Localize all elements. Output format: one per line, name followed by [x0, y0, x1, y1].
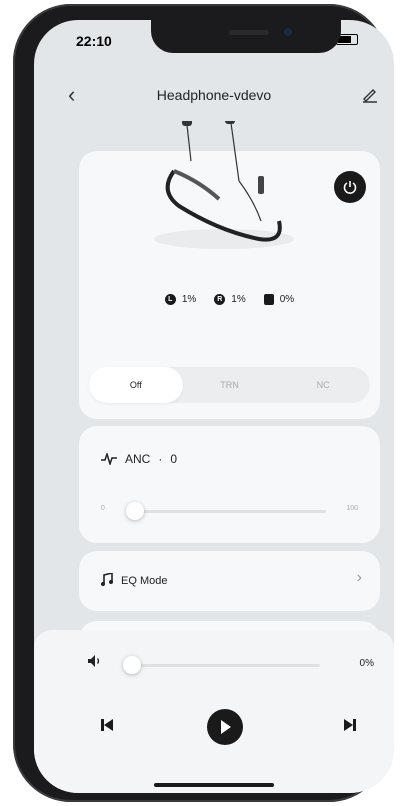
volume-slider[interactable] — [123, 656, 320, 674]
phone-frame: 22:10 ‹ Headphone-vdevo L 1% R 1% 0% Off… — [13, 4, 394, 802]
pencil-icon[interactable] — [360, 84, 380, 109]
device-card: L 1% R 1% 0% Off TRN NC — [79, 121, 380, 419]
volume-value: 0% — [359, 658, 374, 669]
chevron-right-icon: › — [356, 569, 362, 586]
anc-value: 0 — [170, 452, 178, 466]
case-battery: 0% — [263, 294, 295, 305]
waveform-icon — [101, 453, 117, 465]
mode-off[interactable]: Off — [89, 367, 183, 403]
eq-mode-row[interactable]: EQ Mode › — [79, 551, 380, 611]
speaker-icon[interactable] — [87, 654, 103, 668]
anc-title: ANC · 0 — [101, 452, 177, 466]
anc-label: ANC — [125, 452, 151, 466]
mode-selector: Off TRN NC — [89, 367, 370, 403]
anc-min: 0 — [101, 505, 105, 512]
play-icon — [221, 720, 231, 734]
anc-max: 100 — [346, 505, 358, 512]
left-battery: L 1% — [164, 294, 197, 305]
battery-status: L 1% R 1% 0% — [79, 294, 380, 305]
skip-next-icon[interactable] — [343, 718, 357, 732]
left-battery-value: 1% — [181, 294, 197, 305]
skip-previous-icon[interactable] — [100, 718, 114, 732]
anc-thumb[interactable] — [126, 502, 144, 520]
play-button[interactable] — [207, 709, 243, 745]
notch — [151, 20, 341, 53]
mode-trn[interactable]: TRN — [183, 367, 277, 403]
app-header: ‹ Headphone-vdevo — [34, 82, 394, 112]
music-note-icon — [101, 573, 113, 586]
right-battery: R 1% — [214, 294, 246, 305]
headphone-image — [154, 121, 294, 249]
anc-separator: · — [158, 452, 163, 466]
home-indicator — [154, 783, 274, 787]
case-battery-value: 0% — [279, 294, 295, 305]
volume-thumb[interactable] — [123, 656, 141, 674]
power-icon[interactable] — [334, 171, 366, 203]
eq-mode-label: EQ Mode — [121, 575, 168, 587]
right-earbud-icon: R — [214, 294, 226, 305]
status-time: 22:10 — [76, 33, 112, 49]
app-screen: 22:10 ‹ Headphone-vdevo L 1% R 1% 0% Off… — [34, 20, 394, 793]
anc-slider[interactable]: 0 100 — [101, 501, 358, 521]
left-earbud-icon: L — [164, 294, 176, 305]
anc-card: ANC · 0 0 100 — [79, 426, 380, 543]
case-icon — [263, 294, 274, 305]
page-title: Headphone-vdevo — [156, 87, 272, 103]
right-battery-value: 1% — [231, 294, 246, 305]
mode-nc[interactable]: NC — [276, 367, 370, 403]
anc-track[interactable] — [126, 502, 326, 520]
player-panel: 0% — [34, 630, 394, 793]
